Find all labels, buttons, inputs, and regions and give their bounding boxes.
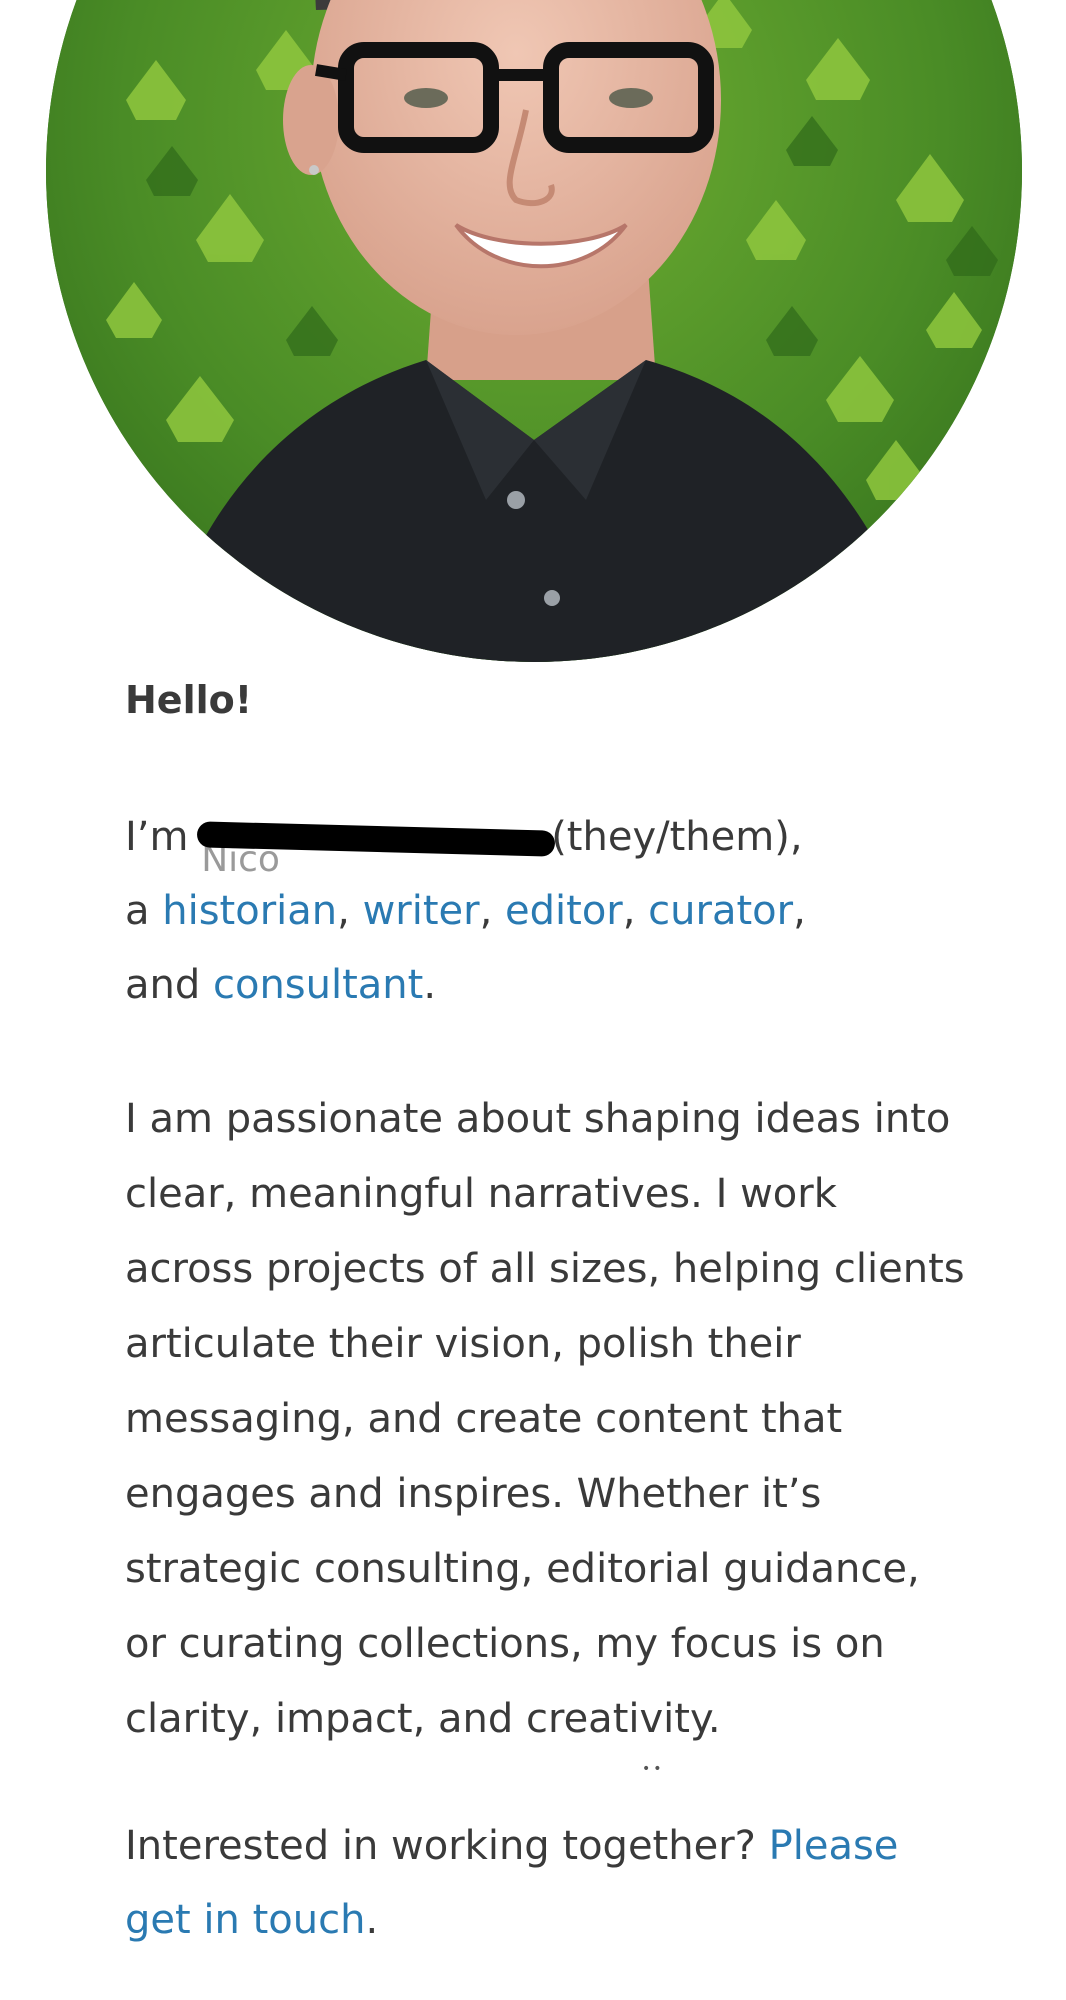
comma: , [337, 888, 350, 934]
comma: , [479, 888, 493, 934]
intro-article: a [125, 888, 150, 934]
decorative-dots: •• [642, 1761, 665, 1777]
about-section: Hello! I’m Nico (they/them), a historian,… [125, 672, 965, 1957]
intro-prefix: I’m [125, 814, 189, 860]
contact-prefix: Interested in working together? [125, 1823, 756, 1869]
about-paragraph: I am passionate about shaping ideas into… [125, 1096, 965, 1742]
editor-link[interactable]: editor [505, 888, 623, 934]
period: . [423, 962, 437, 1008]
intro-paragraph: I’m Nico (they/them), a historian, writer… [125, 800, 965, 1022]
comma: , [622, 888, 636, 934]
writer-link[interactable]: writer [363, 888, 480, 934]
profile-photo-art [46, 0, 1022, 662]
contact-paragraph: Interested in working together? Please g… [125, 1809, 965, 1957]
curator-link[interactable]: curator [648, 888, 793, 934]
intro-and: and [125, 962, 201, 1008]
period: . [365, 1897, 379, 1943]
redacted-name: Nico [196, 820, 556, 880]
comma: , [793, 888, 806, 934]
greeting-heading: Hello! [125, 678, 253, 722]
consultant-link[interactable]: consultant [213, 962, 423, 1008]
profile-photo [46, 0, 1022, 662]
pronouns: (they/them), [551, 814, 803, 860]
